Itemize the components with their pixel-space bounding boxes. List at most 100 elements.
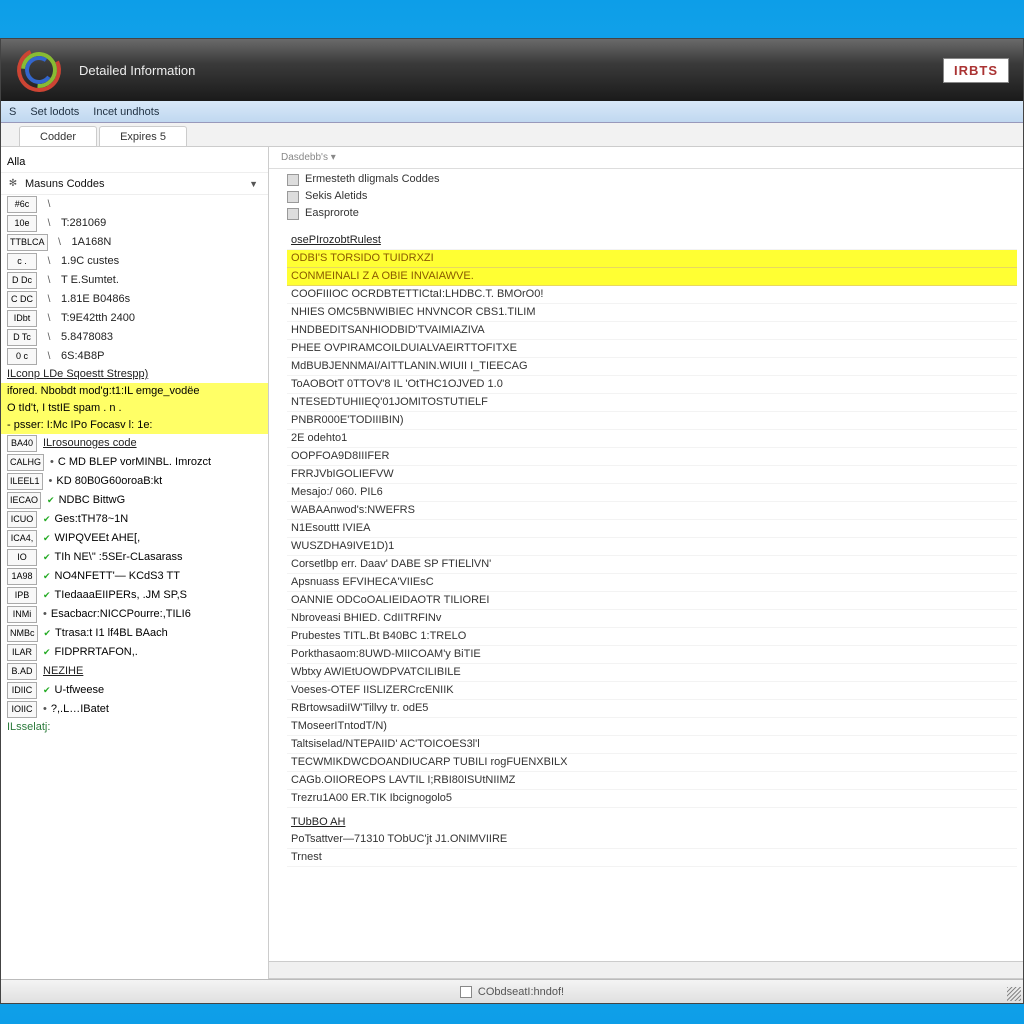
sidebar-code-row[interactable]: D Tc\5.8478083 xyxy=(1,328,268,347)
list-row[interactable]: CAGb.OIIOREOPS LAVTIL I;RBI80ISUtNIIMZ xyxy=(287,772,1017,790)
sidebar-item[interactable]: BA40ILrosounoges code xyxy=(1,434,268,453)
list-row[interactable]: Porkthasaom:8UWD-MIICOAM'y BiTIE xyxy=(287,646,1017,664)
sidebar-code-row[interactable]: #6c\ xyxy=(1,195,268,214)
item-text: C MD BLEP vorMINBL. Imrozct xyxy=(50,455,211,470)
list-row[interactable]: OANNIE ODCoOALIEIDAOTR TILIOREI xyxy=(287,592,1017,610)
content-area: Alla ✻ Masuns Coddes ▼ #6c\10e\T:281069T… xyxy=(1,147,1023,979)
list-row[interactable]: Corsetlbp err. Daav' DABE SP FTIELlVN' xyxy=(287,556,1017,574)
tab-expires[interactable]: Expires 5 xyxy=(99,126,187,146)
main-panel: Dasdebb's ▾ Ermesteth dligmals Coddes Se… xyxy=(269,147,1023,979)
sidebar-item[interactable]: ICUOGes:tTH78~1N xyxy=(1,510,268,529)
sidebar-code-row[interactable]: 0 c\6S:4B8P xyxy=(1,347,268,366)
slash-icon: \ xyxy=(54,235,66,250)
code-badge: D Dc xyxy=(7,272,37,289)
sidebar-item[interactable]: IPB TIedaaaEIIPERs, .JM SP,S xyxy=(1,586,268,605)
main-summary: Ermesteth dligmals Coddes Sekis Aletids … xyxy=(269,169,1023,232)
code-badge: c . xyxy=(7,253,37,270)
list-row[interactable]: COOFIIIOC OCRDBTETTICtaI:LHDBC.T. BMOrO0… xyxy=(287,286,1017,304)
item-text: NO4NFETT'— KCdS3 TT xyxy=(43,569,180,584)
app-window: Detailed Information IRBTS S Set lodots … xyxy=(0,38,1024,1004)
list-row[interactable]: PHEE OVPIRAMCOILDUIALVAEIRTTOFITXE xyxy=(287,340,1017,358)
slash-icon: \ xyxy=(43,254,55,269)
list-row[interactable]: Apsnuass EFVIHECA'VIIEsC xyxy=(287,574,1017,592)
sidebar-item[interactable]: ILEEL1KD 80B0G60oroaB:kt xyxy=(1,472,268,491)
sidebar-item[interactable]: NMBcTtrasa:t I1 lf4BL BAach xyxy=(1,624,268,643)
sidebar-item[interactable]: B.ADNEZIHE xyxy=(1,662,268,681)
summary-item-export[interactable]: Easprorote xyxy=(287,205,1023,222)
code-value: 1A168N xyxy=(72,235,112,250)
code-value: 6S:4B8P xyxy=(61,349,104,364)
resize-handle[interactable] xyxy=(1007,987,1021,1001)
item-text: Ttrasa:t I1 lf4BL BAach xyxy=(44,626,168,641)
item-badge: 1A98 xyxy=(7,568,37,585)
menu-item-0[interactable]: S xyxy=(9,106,16,118)
list-row[interactable]: TECWMIKDWCDOANDIUCARP TUBILI rogFUENXBIL… xyxy=(287,754,1017,772)
slash-icon: \ xyxy=(43,197,55,212)
list-row[interactable]: N1Esouttt IVIEA xyxy=(287,520,1017,538)
list-row[interactable]: RBrtowsadiIW'Tillvy tr. odE5 xyxy=(287,700,1017,718)
list-row[interactable]: Taltsiselad/NTEPAIID' AC'TOICOES3l'l xyxy=(287,736,1017,754)
item-badge: IPB xyxy=(7,587,37,604)
list-row[interactable]: Prubestes TITL.Bt B40BC 1:TRELO xyxy=(287,628,1017,646)
summary-item-codes[interactable]: Ermesteth dligmals Coddes xyxy=(287,171,1023,188)
sidebar-code-row[interactable]: 10e\T:281069 xyxy=(1,214,268,233)
horizontal-scrollbar[interactable] xyxy=(269,961,1023,979)
sidebar-highlight-row[interactable]: ifored. Nbobdt mod'g:t1:IL emge_vodëe xyxy=(1,383,268,400)
sidebar-item[interactable]: ILARFIDPRRTAFON,. xyxy=(1,643,268,662)
list-row[interactable]: Wbtxy AWIEtUOWDPVATCILIBILE xyxy=(287,664,1017,682)
list-row[interactable]: PoTsattver—71310 TObUC'jt J1.ONIMVIIRE xyxy=(287,831,1017,849)
list-row[interactable]: MdBUBJENNMAI/AITTLANIN.WIUII I_TIEECAG xyxy=(287,358,1017,376)
item-badge: CALHG xyxy=(7,454,44,471)
sidebar-code-row[interactable]: c .\1.9C custes xyxy=(1,252,268,271)
list-row[interactable]: OOPFOA9D8IIIFER xyxy=(287,448,1017,466)
list-row[interactable]: WABAAnwod's:NWEFRS xyxy=(287,502,1017,520)
list-highlight-row[interactable]: ODBI'S TORSIDO TUIDRXZI xyxy=(287,250,1017,268)
tab-codder[interactable]: Codder xyxy=(19,126,97,146)
sidebar-item[interactable]: INMiEsacbacr:NICCPourre:,TILI6 xyxy=(1,605,268,624)
slash-icon: \ xyxy=(43,330,55,345)
list-row[interactable]: WUSZDHA9IVE1D)1 xyxy=(287,538,1017,556)
sidebar-item[interactable]: IDIICU-tfweese xyxy=(1,681,268,700)
item-text: NEZIHE xyxy=(43,664,83,679)
list-row[interactable]: Voeses-OTEF IISLIZERCrcENIIK xyxy=(287,682,1017,700)
list-row[interactable]: NHIES OMC5BNWIBIEC HNVNCOR CBS1.TILIM xyxy=(287,304,1017,322)
list-row[interactable]: Mesajo:/ 060. PIL6 xyxy=(287,484,1017,502)
code-badge: TTBLCA xyxy=(7,234,48,251)
list-row[interactable]: NTESEDTUHIIEQ'01JOMITOSTUTIELF xyxy=(287,394,1017,412)
menu-item-2[interactable]: Incet undhots xyxy=(93,106,159,118)
chevron-down-icon[interactable]: ▼ xyxy=(249,179,258,189)
summary-item-alerts[interactable]: Sekis Aletids xyxy=(287,188,1023,205)
sidebar-item[interactable]: IOTIh NE\" :5SEr-CLasarass xyxy=(1,548,268,567)
sidebar-item[interactable]: CALHG C MD BLEP vorMINBL. Imrozct xyxy=(1,453,268,472)
sidebar-item[interactable]: ICA4,WIPQVEEt AHE[, xyxy=(1,529,268,548)
list-row[interactable]: FRRJVbIGOLIEFVW xyxy=(287,466,1017,484)
list-highlight-row[interactable]: CONMEINALI Z A OBIE INVAIAWVE. xyxy=(287,268,1017,286)
sidebar-highlight-row[interactable]: O tId't, I tstIE spam . n . xyxy=(1,400,268,417)
sidebar-header: Alla xyxy=(1,151,268,173)
item-text: TIedaaaEIIPERs, .JM SP,S xyxy=(43,588,187,603)
main-list[interactable]: osePIrozobtRulest ODBI'S TORSIDO TUIDRXZ… xyxy=(269,232,1023,961)
sidebar-code-row[interactable]: C DC\1.81E B0486s xyxy=(1,290,268,309)
sidebar-code-row[interactable]: D Dc\T E.Sumtet. xyxy=(1,271,268,290)
item-text: KD 80B0G60oroaB:kt xyxy=(49,474,163,489)
statusbar: CObdseatI:hndof! xyxy=(1,979,1023,1003)
list-row[interactable]: Nbroveasi BHIED. CdIITRFINv xyxy=(287,610,1017,628)
sidebar-highlight-row[interactable]: - psser: I:Mc IPo Focasv l: 1e: xyxy=(1,417,268,434)
sidebar-item[interactable]: 1A98 NO4NFETT'— KCdS3 TT xyxy=(1,567,268,586)
list-row[interactable]: HNDBEDITSANHIODBID'TVAIMIAZIVA xyxy=(287,322,1017,340)
list-row[interactable]: 2E odehto1 xyxy=(287,430,1017,448)
sidebar-footer-link[interactable]: ILsselatj: xyxy=(1,719,268,736)
item-text: FIDPRRTAFON,. xyxy=(43,645,138,660)
list-row[interactable]: ToAOBOtT 0TTOV'8 IL 'OtTHC1OJVED 1.0 xyxy=(287,376,1017,394)
list-row[interactable]: PNBR000E'TODIIIBIN) xyxy=(287,412,1017,430)
sidebar-item[interactable]: IOIIC?,.L…IBatet xyxy=(1,700,268,719)
sidebar-item[interactable]: IECAONDBC BittwG xyxy=(1,491,268,510)
sidebar-code-row[interactable]: TTBLCA \ 1A168N xyxy=(1,233,268,252)
list-row[interactable]: Trezru1A00 ER.TIK Ibcignogolo5 xyxy=(287,790,1017,808)
list-row[interactable]: TMoseerITntodT/N) xyxy=(287,718,1017,736)
sidebar-code-row[interactable]: IDbt\T:9E42tth 2400 xyxy=(1,309,268,328)
main-header[interactable]: Dasdebb's ▾ xyxy=(269,147,1023,169)
sidebar-section-header[interactable]: ✻ Masuns Coddes ▼ xyxy=(1,173,268,195)
list-row[interactable]: Trnest xyxy=(287,849,1017,867)
menu-item-1[interactable]: Set lodots xyxy=(30,106,79,118)
